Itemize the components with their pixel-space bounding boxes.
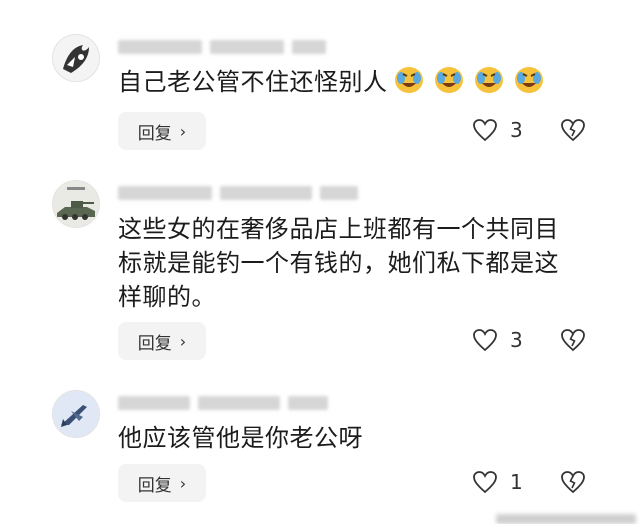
username-blurred	[118, 186, 358, 200]
reply-label: 回复	[137, 475, 172, 496]
reply-label: 回复	[137, 123, 172, 144]
crying-laughing-emoji-icon	[474, 67, 503, 93]
reply-label: 回复	[137, 333, 172, 354]
dislike-button[interactable]	[560, 118, 586, 146]
comment-text: 这些女的在奢侈品店上班都有一个共同目 标就是能钓一个有钱的，她们私下都是这 样聊…	[118, 212, 598, 314]
comment-text: 他应该管他是你老公呀	[118, 424, 363, 452]
comment-text: 自己老公管不住还怪别人	[118, 64, 598, 99]
dislike-button[interactable]	[560, 470, 586, 498]
avatar[interactable]	[52, 34, 100, 82]
reply-button[interactable]: 回复 ›	[118, 464, 206, 502]
like-count: 3	[510, 118, 523, 142]
broken-heart-icon	[561, 329, 585, 352]
watermark-blurred	[496, 514, 636, 524]
comment-text-line: 这些女的在奢侈品店上班都有一个共同目	[118, 215, 559, 243]
chevron-right-icon: ›	[179, 121, 187, 141]
crying-laughing-emoji-icon	[514, 67, 543, 93]
like-count: 1	[510, 470, 523, 494]
username-blurred	[118, 40, 326, 54]
heart-outline-icon	[473, 119, 497, 142]
crying-laughing-emoji-icon	[434, 67, 463, 93]
reply-button[interactable]: 回复 ›	[118, 322, 206, 360]
heart-outline-icon	[473, 329, 497, 352]
chevron-right-icon: ›	[179, 331, 187, 351]
username-blurred	[118, 396, 328, 410]
like-button[interactable]: 3	[472, 118, 523, 142]
like-button[interactable]: 1	[472, 470, 523, 494]
like-button[interactable]: 3	[472, 328, 523, 352]
chevron-right-icon: ›	[179, 473, 187, 493]
emoji-group	[392, 64, 546, 96]
heart-outline-icon	[473, 471, 497, 494]
broken-heart-icon	[561, 471, 585, 494]
comment-text-line: 标就是能钓一个有钱的，她们私下都是这	[118, 249, 559, 277]
broken-heart-icon	[561, 119, 585, 142]
like-count: 3	[510, 328, 523, 352]
avatar[interactable]	[52, 180, 100, 228]
dislike-button[interactable]	[560, 328, 586, 356]
reply-button[interactable]: 回复 ›	[118, 112, 206, 150]
comment-text-line: 样聊的。	[118, 283, 216, 311]
avatar[interactable]	[52, 390, 100, 438]
crying-laughing-emoji-icon	[394, 67, 423, 93]
